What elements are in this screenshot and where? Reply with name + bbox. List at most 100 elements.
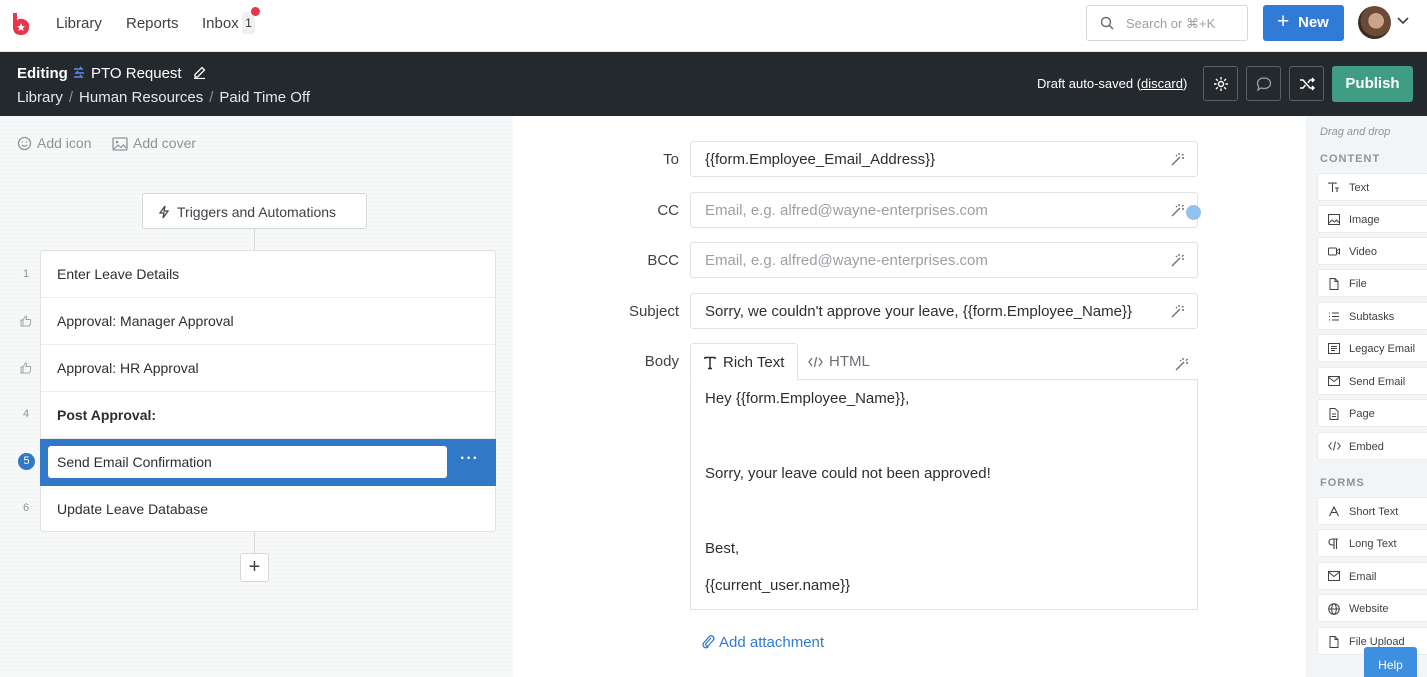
content-section-title: CONTENT bbox=[1320, 153, 1381, 165]
palette-item-website[interactable]: Website bbox=[1317, 594, 1427, 622]
palette-item-long-text[interactable]: Long Text bbox=[1317, 529, 1427, 557]
add-step-button[interactable]: + bbox=[240, 553, 269, 582]
shuffle-button[interactable] bbox=[1289, 66, 1324, 101]
breadcrumb-library[interactable]: Library bbox=[17, 89, 63, 106]
add-icon-label: Add icon bbox=[37, 135, 92, 151]
magic-wand-icon[interactable] bbox=[1170, 304, 1185, 319]
step-label: Approval: Manager Approval bbox=[57, 313, 234, 329]
top-nav: Library Reports Inbox 1 Search or ⌘+K + … bbox=[0, 0, 1427, 52]
paragraph-icon bbox=[1328, 538, 1338, 549]
bcc-field[interactable]: Email, e.g. alfred@wayne-enterprises.com bbox=[690, 242, 1198, 278]
step-item-6[interactable]: Update Leave Database bbox=[41, 486, 495, 533]
app-logo[interactable] bbox=[11, 12, 31, 36]
breadcrumb: Library / Human Resources / Paid Time Off bbox=[17, 89, 311, 106]
subject-field[interactable]: Sorry, we couldn't approve your leave, {… bbox=[690, 293, 1198, 329]
step-item-3[interactable]: Approval: HR Approval bbox=[41, 345, 495, 392]
palette-item-label: Long Text bbox=[1349, 538, 1397, 550]
step-item-2[interactable]: Approval: Manager Approval bbox=[41, 298, 495, 345]
palette-item-subtasks[interactable]: Subtasks bbox=[1317, 302, 1427, 330]
component-palette: Drag and drop CONTENT Text Image Video F… bbox=[1306, 116, 1427, 677]
connector-line bbox=[254, 532, 255, 553]
chevron-down-icon[interactable] bbox=[1396, 16, 1410, 26]
tab-html[interactable]: HTML bbox=[808, 353, 870, 370]
discard-link[interactable]: discard bbox=[1141, 76, 1183, 91]
envelope-icon bbox=[1328, 571, 1340, 581]
breadcrumb-human-resources[interactable]: Human Resources bbox=[79, 89, 203, 106]
edit-icon[interactable] bbox=[193, 66, 206, 79]
palette-item-page[interactable]: Page bbox=[1317, 399, 1427, 427]
magic-wand-icon[interactable] bbox=[1170, 253, 1185, 268]
magic-wand-icon[interactable] bbox=[1170, 203, 1185, 218]
step-item-4[interactable]: Post Approval: bbox=[41, 392, 495, 439]
lightning-icon bbox=[158, 205, 170, 219]
breadcrumb-paid-time-off[interactable]: Paid Time Off bbox=[219, 89, 310, 106]
cc-field[interactable]: Email, e.g. alfred@wayne-enterprises.com bbox=[690, 192, 1198, 228]
help-button[interactable]: Help bbox=[1364, 647, 1417, 677]
palette-item-email[interactable]: Email bbox=[1317, 562, 1427, 590]
body-line: Hey {{form.Employee_Name}}, bbox=[705, 390, 910, 407]
inbox-unread-dot bbox=[251, 7, 260, 16]
palette-item-send-email[interactable]: Send Email bbox=[1317, 367, 1427, 395]
tab-html-label: HTML bbox=[829, 353, 870, 370]
to-field[interactable]: {{form.Employee_Email_Address}} bbox=[690, 141, 1198, 177]
palette-item-embed[interactable]: Embed bbox=[1317, 432, 1427, 460]
step-item-1[interactable]: Enter Leave Details bbox=[41, 251, 495, 298]
more-options-icon[interactable]: ··· bbox=[460, 450, 479, 468]
palette-item-label: Page bbox=[1349, 408, 1375, 420]
subject-label: Subject bbox=[628, 303, 679, 320]
search-input[interactable]: Search or ⌘+K bbox=[1086, 5, 1248, 41]
palette-item-label: Short Text bbox=[1349, 506, 1399, 518]
code-icon bbox=[808, 356, 823, 368]
magic-wand-icon[interactable] bbox=[1170, 152, 1185, 167]
video-icon bbox=[1328, 247, 1340, 256]
palette-item-label: Text bbox=[1349, 182, 1370, 194]
body-editor[interactable]: Hey {{form.Employee_Name}}, Sorry, your … bbox=[690, 379, 1198, 610]
forms-section-title: FORMS bbox=[1320, 477, 1365, 489]
step-item-5[interactable]: Send Email Confirmation ··· bbox=[40, 439, 496, 486]
palette-item-label: Send Email bbox=[1349, 376, 1406, 388]
add-cover-button[interactable]: Add cover bbox=[112, 135, 196, 151]
add-icon-button[interactable]: Add icon bbox=[17, 135, 91, 151]
publish-button[interactable]: Publish bbox=[1332, 66, 1413, 102]
search-placeholder: Search or ⌘+K bbox=[1126, 16, 1216, 31]
palette-item-short-text[interactable]: Short Text bbox=[1317, 497, 1427, 525]
avatar[interactable] bbox=[1358, 6, 1391, 39]
step-label: Approval: HR Approval bbox=[57, 360, 199, 376]
cursor-indicator bbox=[1186, 205, 1201, 220]
editing-label: Editing bbox=[17, 65, 68, 82]
paperclip-icon bbox=[702, 635, 715, 649]
palette-item-image[interactable]: Image bbox=[1317, 205, 1427, 233]
comment-icon bbox=[1256, 77, 1272, 92]
file-icon bbox=[1329, 636, 1339, 648]
nav-library[interactable]: Library bbox=[56, 15, 102, 32]
editor-header: Editing PTO Request Library / Human Resour… bbox=[0, 52, 1427, 116]
step-number-1: 1 bbox=[22, 268, 30, 280]
envelope-icon bbox=[1328, 376, 1340, 386]
comments-button[interactable] bbox=[1246, 66, 1281, 101]
steps-panel: Add icon Add cover Triggers and Automati… bbox=[0, 116, 513, 677]
legacy-email-icon bbox=[1328, 343, 1340, 354]
nav-inbox[interactable]: Inbox bbox=[202, 15, 239, 32]
workflow-title[interactable]: PTO Request bbox=[91, 65, 182, 82]
new-button[interactable]: + New bbox=[1263, 5, 1344, 41]
gear-icon bbox=[1214, 77, 1228, 91]
magic-wand-icon[interactable] bbox=[1174, 357, 1189, 372]
short-text-icon bbox=[1329, 506, 1339, 517]
step-number-5: 5 bbox=[18, 453, 35, 470]
palette-item-legacy-email[interactable]: Legacy Email bbox=[1317, 334, 1427, 362]
add-attachment-link[interactable]: Add attachment bbox=[701, 634, 824, 651]
cc-placeholder: Email, e.g. alfred@wayne-enterprises.com bbox=[705, 202, 988, 219]
tab-rich-text[interactable]: Rich Text bbox=[690, 343, 798, 381]
list-icon bbox=[1329, 312, 1339, 321]
body-line: Sorry, your leave could not been approve… bbox=[705, 465, 991, 482]
triggers-and-automations-button[interactable]: Triggers and Automations bbox=[142, 193, 367, 229]
palette-item-video[interactable]: Video bbox=[1317, 237, 1427, 265]
step-label: Send Email Confirmation bbox=[57, 454, 212, 470]
palette-item-file[interactable]: File bbox=[1317, 269, 1427, 297]
palette-item-text[interactable]: Text bbox=[1317, 173, 1427, 201]
nav-reports[interactable]: Reports bbox=[126, 15, 179, 32]
settings-button[interactable] bbox=[1203, 66, 1238, 101]
palette-item-label: Subtasks bbox=[1349, 311, 1395, 323]
image-icon bbox=[1328, 214, 1340, 225]
to-label: To bbox=[663, 151, 679, 168]
